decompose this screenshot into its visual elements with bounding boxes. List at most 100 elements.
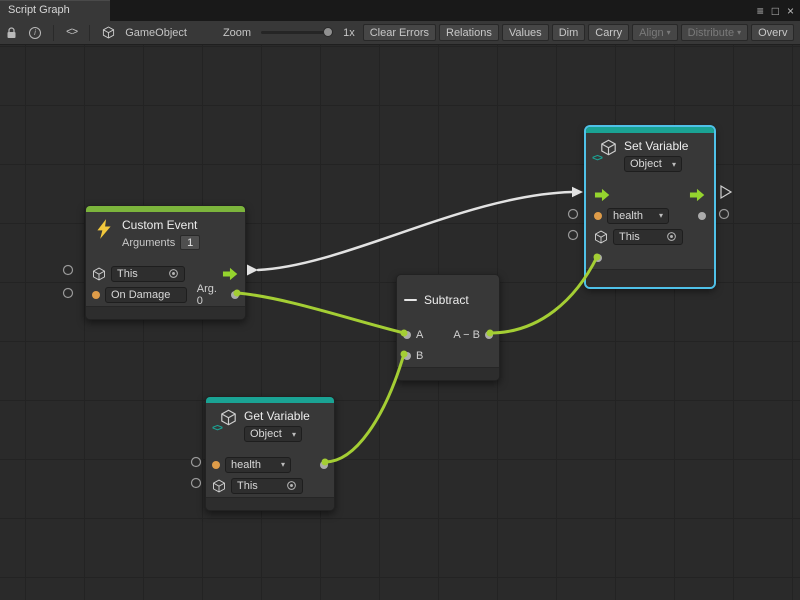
variable-name-dropdown[interactable]: health ▾	[225, 457, 291, 473]
graph-toolbar: i <> GameObject Zoom 1x Clear Errors Rel…	[0, 21, 800, 45]
clear-errors-button[interactable]: Clear Errors	[363, 24, 436, 41]
port-row-value-input	[586, 247, 714, 268]
target-object-field[interactable]: This	[613, 229, 683, 245]
gameobject-icon	[212, 479, 226, 493]
node-footer	[206, 497, 334, 510]
variable-scope-dropdown[interactable]: Object ▾	[244, 426, 302, 442]
node-header[interactable]: <> Get Variable Object ▾	[206, 403, 334, 453]
toolbar-separator	[89, 25, 90, 41]
wire-end-arrow	[572, 187, 583, 197]
input-a-label: A	[416, 329, 423, 341]
graph-port-marker[interactable]	[569, 210, 578, 219]
toolbar-buttons: Clear Errors Relations Values Dim Carry …	[363, 24, 798, 41]
dim-button[interactable]: Dim	[552, 24, 586, 41]
gameobject-icon	[96, 21, 121, 44]
value-output-port[interactable]	[320, 461, 328, 469]
graph-port-marker[interactable]	[569, 231, 578, 240]
close-icon[interactable]: ×	[787, 5, 794, 17]
distribute-button[interactable]: Distribute▾	[681, 24, 748, 41]
target-object-field[interactable]: This	[111, 266, 185, 282]
port-row-name: health ▾	[586, 205, 714, 226]
node-header[interactable]: Custom Event Arguments 1	[86, 212, 245, 262]
input-a-port[interactable]	[403, 331, 411, 339]
port-row-b: B	[397, 345, 499, 366]
chevron-down-icon: ▾	[281, 460, 285, 469]
edit-graph-icon[interactable]: <>	[60, 21, 83, 44]
port-row-target: This	[86, 263, 245, 284]
lightning-icon	[93, 218, 115, 240]
chevron-down-icon: ▾	[672, 160, 676, 169]
graph-port-marker[interactable]	[64, 266, 73, 275]
node-title: Subtract	[424, 293, 469, 307]
wire-arg0-to-subtract-a[interactable]	[237, 293, 404, 333]
maximize-icon[interactable]: □	[772, 5, 779, 17]
node-title: Set Variable	[624, 139, 688, 153]
object-picker-icon[interactable]	[666, 231, 677, 242]
arg-output-port[interactable]	[231, 291, 239, 299]
wire-getvariable-to-subtract-b[interactable]	[325, 354, 404, 462]
node-footer	[397, 367, 499, 380]
node-get-variable[interactable]: <> Get Variable Object ▾ health ▾	[205, 396, 335, 511]
arguments-count-field[interactable]: 1	[180, 235, 200, 250]
port-row-name: health ▾	[206, 454, 334, 475]
chevron-down-icon: ▾	[659, 211, 663, 220]
graph-port-marker[interactable]	[720, 210, 729, 219]
graph-flow-marker[interactable]	[721, 186, 731, 198]
port-row-a: A A − B	[397, 324, 499, 345]
info-icon[interactable]: i	[23, 21, 47, 44]
variable-icon: <>	[213, 409, 237, 433]
event-name-field[interactable]: On Damage	[105, 287, 187, 303]
string-input-port[interactable]	[92, 291, 100, 299]
graph-port-marker[interactable]	[192, 479, 201, 488]
chevron-down-icon: ▾	[737, 28, 741, 37]
wire-subtract-to-setvariable[interactable]	[490, 257, 597, 333]
target-object-field[interactable]: This	[231, 478, 303, 494]
variable-name-port[interactable]	[212, 461, 220, 469]
chevron-down-icon: ▾	[292, 430, 296, 439]
wire-start-arrow	[247, 265, 258, 276]
port-row-target: This	[586, 226, 714, 247]
graph-canvas[interactable]: Custom Event Arguments 1 This	[0, 45, 800, 600]
flow-output-port[interactable]	[222, 267, 239, 281]
node-title: Get Variable	[244, 409, 310, 423]
variable-name-dropdown[interactable]: health ▾	[607, 208, 669, 224]
menu-icon[interactable]: ≡	[757, 5, 764, 17]
node-custom-event[interactable]: Custom Event Arguments 1 This	[85, 205, 246, 320]
zoom-slider-knob[interactable]	[323, 27, 333, 37]
port-row-target: This	[206, 475, 334, 496]
object-picker-icon[interactable]	[286, 480, 297, 491]
graph-port-marker[interactable]	[64, 289, 73, 298]
input-b-port[interactable]	[403, 352, 411, 360]
relations-button[interactable]: Relations	[439, 24, 499, 41]
variable-name-port[interactable]	[594, 212, 602, 220]
chevron-down-icon: ▾	[667, 28, 671, 37]
port-row-flow	[586, 184, 714, 205]
result-output-port[interactable]	[485, 331, 493, 339]
flow-output-port[interactable]	[689, 188, 706, 202]
node-header[interactable]: Subtract	[397, 275, 499, 323]
overview-button[interactable]: Overv	[751, 24, 794, 41]
tab-script-graph[interactable]: Script Graph	[0, 0, 110, 21]
value-output-port[interactable]	[698, 212, 706, 220]
node-subtract[interactable]: Subtract A A − B B	[396, 274, 500, 381]
new-value-input-port[interactable]	[594, 254, 602, 262]
graph-port-marker[interactable]	[192, 458, 201, 467]
variable-scope-dropdown[interactable]: Object ▾	[624, 156, 682, 172]
align-button[interactable]: Align▾	[632, 24, 677, 41]
carry-button[interactable]: Carry	[588, 24, 629, 41]
node-header[interactable]: <> Set Variable Object ▾	[586, 133, 714, 183]
node-set-variable[interactable]: <> Set Variable Object ▾ health ▾	[585, 126, 715, 288]
port-row-event-name: On Damage Arg. 0	[86, 284, 245, 305]
arg-output-label: Arg. 0	[197, 283, 226, 307]
gameobject-label[interactable]: GameObject	[121, 27, 191, 39]
arguments-label: Arguments	[122, 237, 175, 249]
wire-flow-customevent-to-setvariable[interactable]	[258, 192, 572, 270]
node-footer	[86, 306, 245, 319]
object-picker-icon[interactable]	[168, 268, 179, 279]
subtract-icon	[404, 299, 417, 301]
flow-input-port[interactable]	[594, 188, 611, 202]
values-button[interactable]: Values	[502, 24, 549, 41]
node-footer	[586, 269, 714, 287]
zoom-slider[interactable]	[261, 31, 333, 34]
lock-icon[interactable]	[0, 21, 23, 44]
